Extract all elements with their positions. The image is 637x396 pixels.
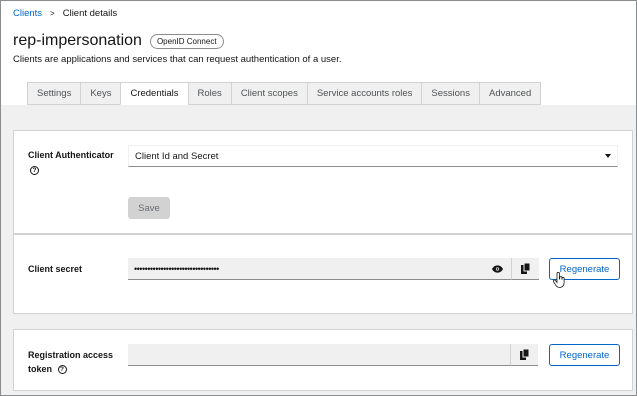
caret-down-icon — [605, 154, 611, 158]
breadcrumb-separator-icon: > — [50, 9, 55, 18]
client-authenticator-value: Client Id and Secret — [135, 150, 219, 162]
help-icon[interactable]: ? — [57, 365, 67, 375]
tab-credentials[interactable]: Credentials — [120, 82, 188, 105]
copy-token-button[interactable] — [510, 344, 538, 366]
copy-icon — [521, 263, 530, 274]
tab-keys[interactable]: Keys — [80, 82, 121, 105]
page-title: rep-impersonation — [13, 32, 142, 49]
tab-sessions[interactable]: Sessions — [421, 82, 479, 105]
registration-token-field[interactable] — [128, 344, 510, 366]
page-header: rep-impersonation OpenID Connect — [13, 32, 224, 50]
tab-settings[interactable]: Settings — [27, 82, 81, 105]
save-button[interactable]: Save — [128, 197, 170, 219]
page-subtitle: Clients are applications and services th… — [13, 54, 342, 65]
client-secret-field[interactable]: •••••••••••••••••••••••••••••••• — [128, 258, 483, 280]
registration-token-label-line2: token — [28, 364, 53, 374]
client-authenticator-label: Client Authenticator — [28, 148, 114, 162]
tab-client-scopes[interactable]: Client scopes — [230, 82, 307, 105]
registration-token-label-line1: Registration access — [28, 350, 114, 360]
tab-roles[interactable]: Roles — [187, 82, 231, 105]
client-authenticator-select[interactable]: Client Id and Secret — [128, 145, 618, 167]
breadcrumb: Clients > Client details — [13, 8, 117, 19]
copy-icon — [520, 349, 529, 360]
client-secret-label: Client secret — [28, 264, 83, 274]
client-authenticator-label-text: Client Authenticator — [28, 150, 114, 160]
help-icon[interactable]: ? — [30, 166, 39, 175]
regenerate-token-button[interactable]: Regenerate — [549, 344, 620, 366]
tab-bar: Settings Keys Credentials Roles Client s… — [27, 82, 542, 105]
protocol-badge: OpenID Connect — [149, 33, 224, 49]
eye-icon — [491, 264, 503, 273]
hand-cursor-icon — [553, 272, 565, 288]
show-secret-button[interactable] — [483, 258, 511, 280]
tab-service-accounts-roles[interactable]: Service accounts roles — [306, 82, 422, 105]
tab-advanced[interactable]: Advanced — [478, 82, 542, 105]
breadcrumb-current: Client details — [62, 8, 118, 19]
copy-secret-button[interactable] — [511, 258, 539, 280]
breadcrumb-clients-link[interactable]: Clients — [13, 8, 42, 19]
registration-token-label: Registration access token ? — [28, 348, 113, 376]
